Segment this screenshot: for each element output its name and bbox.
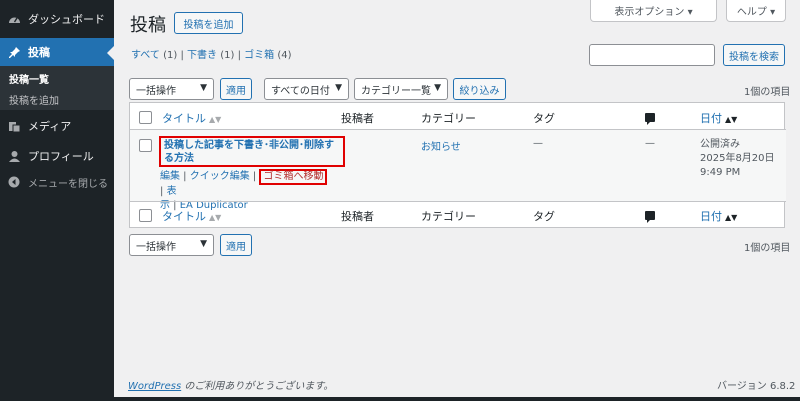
wordpress-link[interactable]: WordPress [128, 381, 181, 392]
page-title: 投稿 [130, 15, 166, 36]
posts-table: タイトル ▲▼ 投稿者 カテゴリー タグ 日付 ▲▼ 投稿した記事を下書き･非公開･… [129, 102, 786, 228]
chevron-down-icon: ▼ [200, 239, 207, 249]
date-filter-select[interactable]: すべての日付 ▼ [264, 78, 349, 100]
comment-icon [645, 211, 655, 223]
sidebar-item-label: メニューを閉じる [28, 178, 108, 190]
column-header-title[interactable]: タイトル ▲▼ [162, 110, 221, 126]
filter-all-count: (1) [163, 50, 178, 61]
sort-desc-icon: ▲▼ [725, 213, 738, 222]
row-actions: 編集 | クイック編集 | ゴミ箱へ移動 | 表示 | EA Duplicato… [160, 169, 330, 213]
row-checkbox[interactable] [139, 139, 152, 152]
chevron-down-icon: ▼ [434, 83, 441, 93]
post-category-link[interactable]: お知らせ [421, 138, 461, 153]
row-action-separator: | [249, 171, 260, 182]
sidebar-item-label: ダッシュボード [28, 13, 105, 26]
category-filter-value: カテゴリー一覧 [361, 85, 431, 97]
apply-button-bottom[interactable]: 適用 [220, 234, 252, 256]
select-all-checkbox-bottom[interactable] [139, 209, 152, 222]
comment-icon [645, 113, 655, 125]
media-icon [7, 119, 21, 133]
bulk-action-value: 一括操作 [136, 85, 176, 97]
column-header-comments[interactable] [645, 112, 655, 125]
column-header-categories: カテゴリー [421, 112, 476, 125]
footer-thanks-text: のご利用ありがとうございます。 [181, 381, 334, 392]
filter-separator: | [180, 50, 184, 61]
pushpin-icon [7, 45, 21, 59]
move-to-trash-link[interactable]: ゴミ箱へ移動 [259, 169, 328, 185]
select-all-checkbox[interactable] [139, 111, 152, 124]
filter-drafts-count: (1) [220, 50, 235, 61]
filter-separator: | [237, 50, 241, 61]
footer-divider [130, 201, 786, 202]
edit-link[interactable]: 編集 [160, 171, 180, 182]
items-count: 1個の項目 [744, 87, 791, 98]
filter-trash-count: (4) [277, 50, 292, 61]
search-input[interactable] [589, 44, 715, 66]
column-header-author: 投稿者 [341, 112, 374, 125]
column-header-date[interactable]: 日付 ▲▼ [700, 110, 737, 126]
search-posts-button[interactable]: 投稿を検索 [723, 44, 785, 66]
sidebar-item-label: 投稿 [28, 46, 50, 59]
submenu-add-post[interactable]: 投稿を追加 [9, 92, 59, 107]
column-footer-author: 投稿者 [341, 210, 374, 223]
sidebar-item-media[interactable]: メディア [0, 112, 114, 140]
sidebar-item-profile[interactable]: プロフィール [0, 142, 114, 170]
post-time: 9:49 PM [700, 167, 741, 178]
chevron-down-icon: ▼ [200, 83, 207, 93]
screen-options-button[interactable]: 表示オプション ▾ [590, 0, 717, 22]
sort-icon: ▲▼ [209, 115, 222, 124]
footer-thanks: WordPress のご利用ありがとうございます。 [128, 377, 333, 392]
post-title-link[interactable]: 投稿した記事を下書き･非公開･削除する方法 [159, 136, 345, 167]
post-date-value: 2025年8月20日 [700, 153, 775, 164]
view-link-part1[interactable]: 表 [167, 186, 177, 197]
sidebar-item-label: メディア [28, 120, 72, 133]
dashboard-icon [7, 12, 21, 26]
column-footer-tags: タグ [533, 210, 555, 223]
column-footer-comments[interactable] [645, 210, 655, 223]
filter-all-link[interactable]: すべて [131, 50, 160, 61]
bulk-action-select[interactable]: 一括操作 ▼ [129, 78, 214, 100]
apply-button[interactable]: 適用 [220, 78, 252, 100]
post-date: 公開済み 2025年8月20日 9:49 PM [700, 138, 775, 180]
filter-button[interactable]: 絞り込み [453, 78, 506, 100]
column-footer-date[interactable]: 日付 ▲▼ [700, 208, 737, 224]
post-tags: — [533, 138, 543, 149]
help-button[interactable]: ヘルプ ▾ [726, 0, 786, 22]
status-filter-links: すべて (1) | 下書き (1) | ゴミ箱 (4) [131, 46, 291, 61]
posts-submenu: 投稿一覧 投稿を追加 [0, 66, 114, 110]
add-post-button[interactable]: 投稿を追加 [174, 12, 243, 34]
chevron-down-icon: ▼ [335, 83, 342, 93]
submenu-all-posts[interactable]: 投稿一覧 [9, 71, 49, 86]
filter-trash-link[interactable]: ゴミ箱 [244, 50, 274, 61]
post-status: 公開済み [700, 139, 740, 150]
filter-drafts-link[interactable]: 下書き [187, 50, 217, 61]
bottom-edge [0, 397, 800, 401]
sort-icon: ▲▼ [209, 213, 222, 222]
bulk-action-select-bottom[interactable]: 一括操作 ▼ [129, 234, 214, 256]
sidebar-item-label: プロフィール [28, 150, 94, 163]
date-filter-value: すべての日付 [271, 85, 330, 97]
category-filter-select[interactable]: カテゴリー一覧 ▼ [354, 78, 448, 100]
main-content: 表示オプション ▾ ヘルプ ▾ 投稿 投稿を追加 すべて (1) | 下書き (… [114, 0, 800, 397]
sidebar-item-posts[interactable]: 投稿 [0, 38, 114, 66]
user-icon [7, 149, 21, 163]
post-comments: — [645, 138, 655, 149]
sidebar-item-dashboard[interactable]: ダッシュボード [0, 5, 114, 33]
column-header-tags: タグ [533, 112, 555, 125]
row-action-separator: | [180, 171, 190, 182]
bulk-action-value: 一括操作 [136, 241, 176, 253]
collapse-menu-button[interactable]: メニューを閉じる [0, 168, 114, 196]
column-footer-title[interactable]: タイトル ▲▼ [162, 208, 221, 224]
quick-edit-link[interactable]: クイック編集 [190, 171, 250, 182]
version-text: バージョン 6.8.2 [717, 381, 796, 392]
collapse-icon [7, 175, 21, 189]
admin-sidebar: ダッシュボード 投稿 投稿一覧 投稿を追加 メディア プロフィール メニューを閉… [0, 0, 114, 397]
items-count-bottom: 1個の項目 [744, 243, 791, 254]
sort-desc-icon: ▲▼ [725, 115, 738, 124]
column-footer-categories: カテゴリー [421, 210, 476, 223]
